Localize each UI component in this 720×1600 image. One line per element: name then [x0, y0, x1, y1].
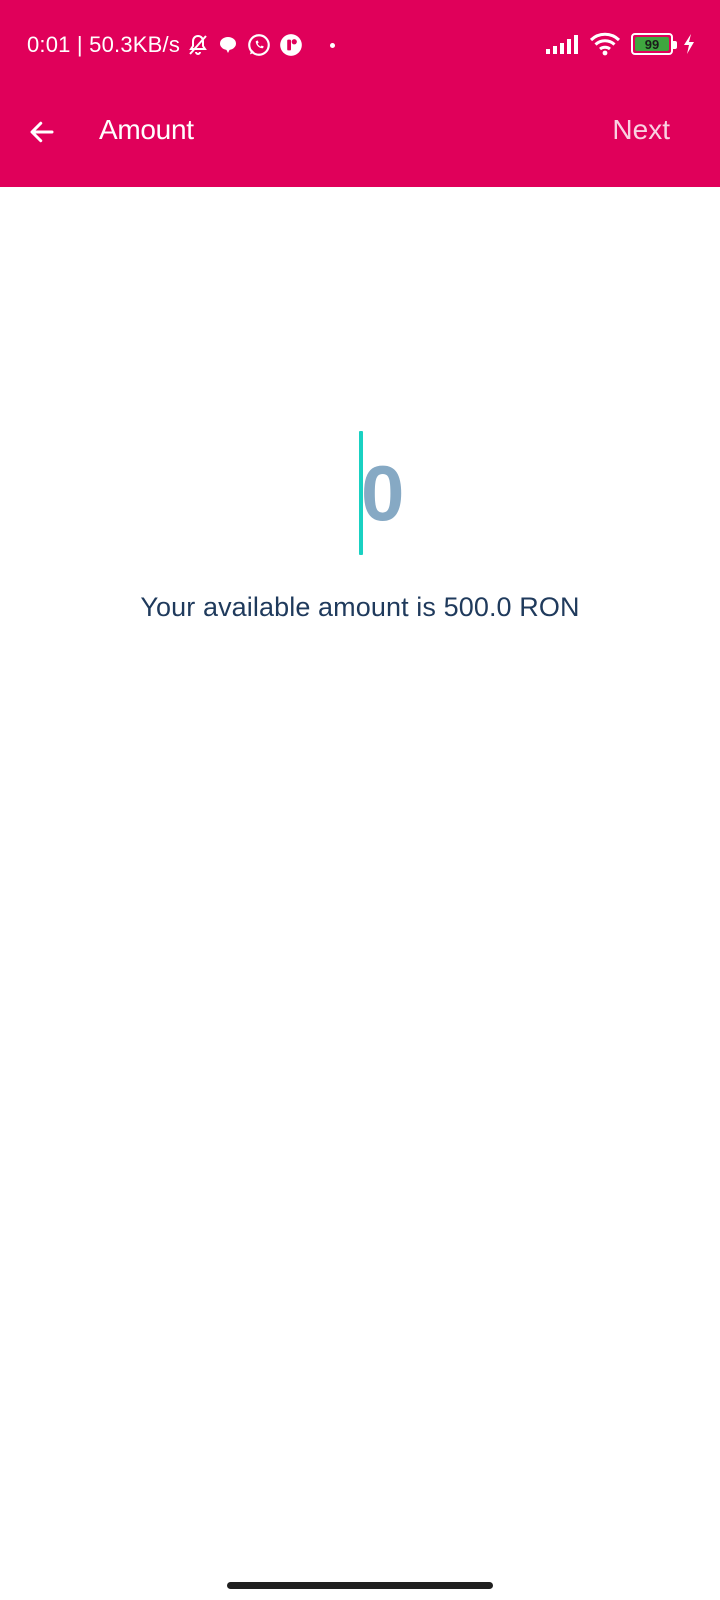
status-dot: [330, 42, 336, 48]
status-time-speed: 0:01 | 50.3KB/s: [27, 32, 181, 57]
battery-level: 99: [644, 36, 660, 52]
page-title: Amount: [99, 114, 194, 145]
home-indicator[interactable]: [227, 1582, 493, 1589]
status-bar: 0:01 | 50.3KB/s 99: [0, 0, 720, 88]
amount-input[interactable]: 0: [359, 430, 404, 556]
battery-icon: 99: [631, 33, 677, 55]
app-bar: Amount Next: [0, 88, 720, 187]
amount-area: 0: [0, 430, 720, 556]
signal-icon: [545, 33, 579, 55]
available-amount-text: Your available amount is 500.0 RON: [140, 592, 580, 622]
arrow-left-icon: [30, 121, 54, 143]
whatsapp-icon: [246, 32, 272, 58]
next-button[interactable]: Next: [612, 110, 670, 150]
amount-value: 0: [361, 449, 405, 537]
status-right: 99: [539, 28, 696, 60]
charging-icon: [682, 33, 696, 55]
status-left: 0:01 | 50.3KB/s: [27, 30, 336, 60]
back-button[interactable]: [18, 108, 66, 156]
bell-off-icon: [186, 33, 210, 57]
wifi-icon: [589, 31, 621, 57]
battery-tip: [673, 41, 677, 49]
chat-bubble-icon: [216, 33, 240, 57]
notification-app-icon: [278, 32, 304, 58]
header: 0:01 | 50.3KB/s 99 Amount Next: [0, 0, 720, 187]
